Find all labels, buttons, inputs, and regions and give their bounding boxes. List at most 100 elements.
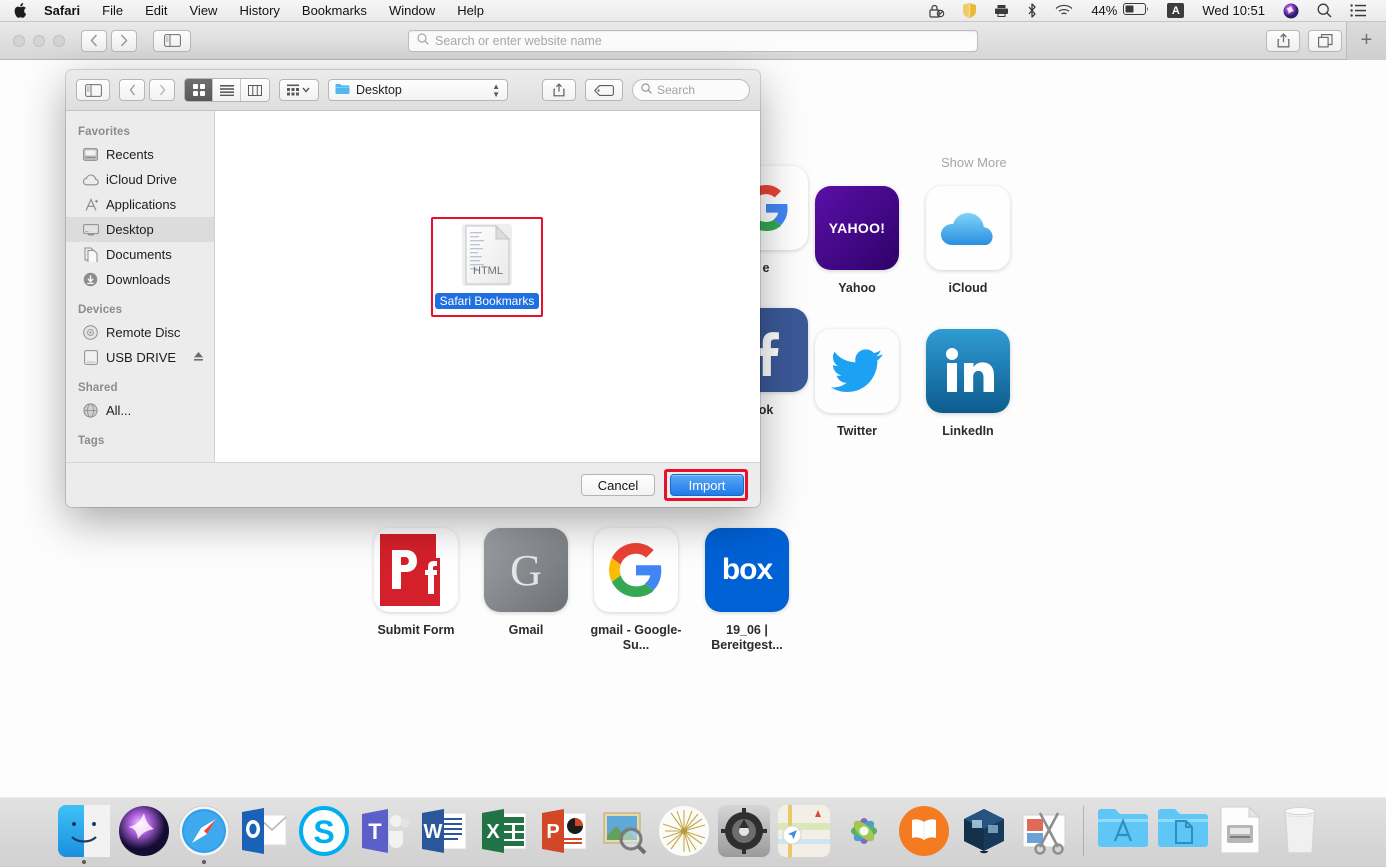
menu-bookmarks[interactable]: Bookmarks — [291, 0, 378, 22]
dandelion-icon — [658, 805, 710, 857]
menu-help[interactable]: Help — [446, 0, 495, 22]
dock-item-siri[interactable] — [116, 805, 172, 864]
dock-item-ibooks[interactable] — [896, 805, 952, 864]
sidebar-item-all[interactable]: All... — [66, 398, 214, 423]
sidebar-item-downloads[interactable]: Downloads — [66, 267, 214, 292]
twitter-icon — [815, 329, 899, 413]
favorite-tile-twitter[interactable]: Twitter — [795, 329, 919, 439]
bluetooth-icon[interactable] — [1018, 3, 1046, 18]
menu-file[interactable]: File — [91, 0, 134, 22]
menu-edit[interactable]: Edit — [134, 0, 178, 22]
arrange-by-button[interactable] — [279, 79, 319, 101]
dialog-forward-button[interactable] — [149, 79, 175, 101]
sidebar-item-remote-disc[interactable]: Remote Disc — [66, 320, 214, 345]
address-bar[interactable]: Search or enter website name — [408, 29, 978, 52]
favorite-tile-linkedin[interactable]: LinkedIn — [906, 329, 1030, 439]
dock-item-trash[interactable] — [1275, 805, 1331, 864]
search-icon — [641, 83, 652, 97]
ibooks-icon — [898, 805, 950, 857]
wifi-icon[interactable] — [1046, 4, 1082, 17]
sidebar-item-recents[interactable]: Recents — [66, 142, 214, 167]
dock-item-preview[interactable] — [596, 805, 652, 864]
dialog-back-button[interactable] — [119, 79, 145, 101]
sidebar-item-desktop[interactable]: Desktop — [66, 217, 214, 242]
clock-label: Wed 10:51 — [1202, 2, 1265, 18]
favorite-tile-gmail-google[interactable]: gmail - Google-Su... — [574, 528, 698, 653]
dock-item-outlook[interactable] — [236, 805, 292, 864]
dock-item-powerpoint[interactable]: P — [536, 805, 592, 864]
dialog-file-list[interactable]: HTML Safari Bookmarks — [215, 111, 760, 462]
dock-separator — [1082, 806, 1084, 856]
dock-item-excel[interactable]: X — [476, 805, 532, 864]
dock-item-grab[interactable] — [1016, 805, 1072, 864]
menu-view[interactable]: View — [179, 0, 229, 22]
menu-bar-left: Safari File Edit View History Bookmarks … — [0, 0, 495, 22]
import-button[interactable]: Import — [670, 474, 744, 496]
clock[interactable]: Wed 10:51 — [1193, 0, 1274, 22]
tab-overview-button[interactable] — [1308, 29, 1342, 52]
tag-button[interactable] — [585, 79, 623, 101]
list-view-button[interactable] — [213, 79, 241, 101]
svg-text:W: W — [423, 821, 442, 843]
printer-icon[interactable] — [985, 4, 1018, 18]
dialog-search-field[interactable]: Search — [632, 79, 750, 101]
dock-item-applications-folder[interactable] — [1095, 805, 1151, 864]
shield-icon[interactable] — [954, 3, 985, 18]
dialog-sidebar-toggle[interactable] — [76, 79, 110, 101]
file-item-safari-bookmarks[interactable]: HTML Safari Bookmarks — [434, 223, 540, 309]
running-indicator — [862, 860, 866, 864]
sidebar-toggle-button[interactable] — [153, 29, 191, 52]
dock-item-word[interactable]: W — [416, 805, 472, 864]
column-view-button[interactable] — [241, 79, 269, 101]
dock-item-skype[interactable]: S — [296, 805, 352, 864]
dock-item-maps[interactable] — [776, 805, 832, 864]
minimize-button[interactable] — [33, 34, 45, 47]
lock-privacy-icon[interactable] — [920, 4, 954, 18]
folder-icon — [335, 83, 350, 98]
new-tab-button[interactable]: + — [1346, 21, 1386, 60]
menu-history[interactable]: History — [228, 0, 290, 22]
dock-item-system-preferences[interactable] — [716, 805, 772, 864]
location-popup-button[interactable]: Desktop ▲ ▼ — [328, 79, 508, 101]
dock-item-photos[interactable] — [836, 805, 892, 864]
zoom-button[interactable] — [53, 34, 65, 47]
show-more-link[interactable]: Show More — [941, 155, 1007, 170]
dock-item-dandelion[interactable] — [656, 805, 712, 864]
siri-icon[interactable] — [1274, 3, 1308, 19]
forward-button[interactable] — [111, 29, 137, 52]
back-button[interactable] — [81, 29, 107, 52]
sidebar-item-documents[interactable]: Documents — [66, 242, 214, 267]
eject-icon[interactable] — [193, 350, 204, 365]
menu-safari[interactable]: Safari — [33, 0, 91, 22]
sidebar-item-applications[interactable]: Applications — [66, 192, 214, 217]
favorite-tile-yahoo[interactable]: YAHOO! Yahoo — [795, 186, 919, 296]
dock-item-teams[interactable]: T — [356, 805, 412, 864]
dock-item-downloads-stack[interactable] — [1215, 805, 1271, 864]
favorite-tile-icloud[interactable]: iCloud — [906, 186, 1030, 296]
box-wordmark: box — [721, 553, 773, 586]
control-center-icon[interactable] — [1341, 4, 1376, 17]
favorite-label-icloud: iCloud — [948, 281, 988, 295]
close-button[interactable] — [13, 34, 25, 47]
share-button[interactable] — [1266, 29, 1300, 52]
favorite-label-gmail: Gmail — [508, 623, 544, 637]
favorite-tile-box[interactable]: box 19_06 | Bereitgest... — [685, 528, 809, 653]
icon-view-button[interactable] — [185, 79, 213, 101]
sidebar-item-icloud-drive[interactable]: iCloud Drive — [66, 167, 214, 192]
spotlight-search-icon[interactable] — [1308, 3, 1341, 18]
menu-window[interactable]: Window — [378, 0, 446, 22]
dock-item-finder[interactable] — [56, 805, 112, 864]
svg-text:X: X — [486, 821, 500, 843]
input-source-indicator[interactable]: A — [1158, 3, 1193, 18]
sidebar-item-usb-drive[interactable]: USB DRIVE — [66, 345, 214, 370]
favorite-tile-submit-form[interactable]: Submit Form — [354, 528, 478, 638]
apple-logo-icon[interactable] — [12, 2, 27, 20]
battery-status[interactable]: 44% — [1082, 0, 1158, 22]
dock-item-virtualbox[interactable] — [956, 805, 1012, 864]
sidebar-header-shared: Shared — [78, 382, 118, 394]
dock-item-safari[interactable] — [176, 805, 232, 864]
dialog-share-button[interactable] — [542, 79, 576, 101]
dock-item-documents-folder[interactable] — [1155, 805, 1211, 864]
favorite-tile-gmail[interactable]: G Gmail — [464, 528, 588, 638]
cancel-button[interactable]: Cancel — [581, 474, 655, 496]
